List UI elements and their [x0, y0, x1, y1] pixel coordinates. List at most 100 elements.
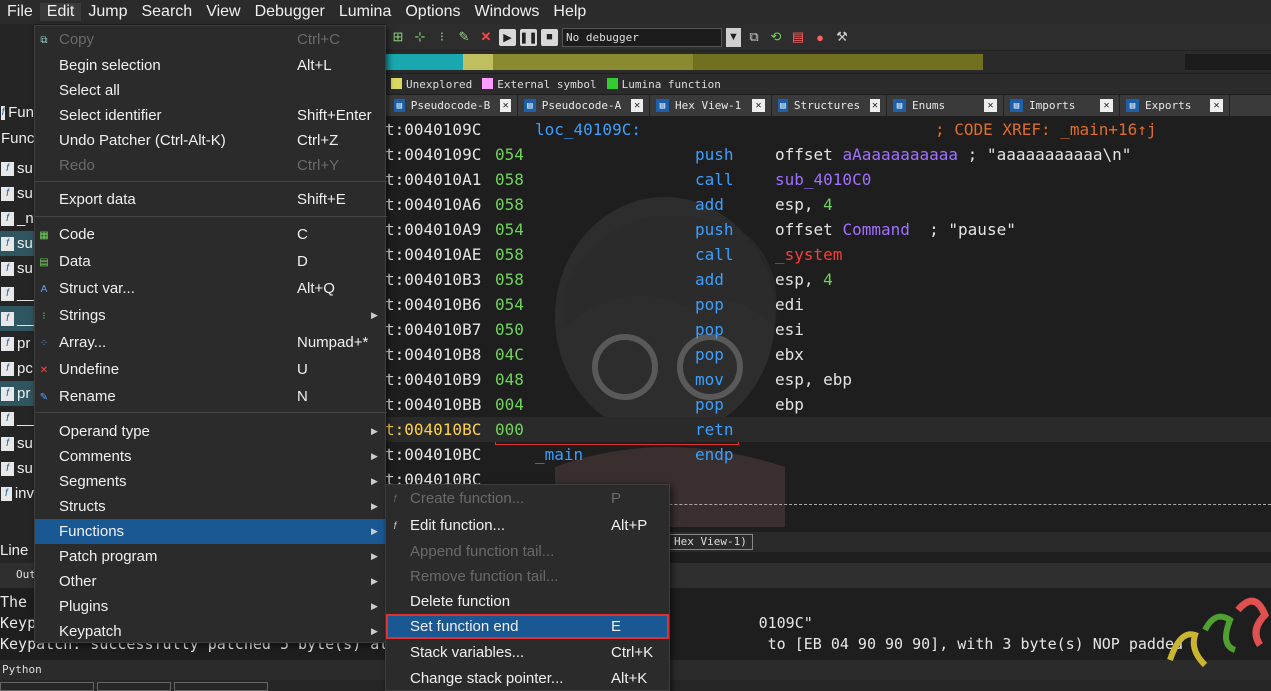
disasm-line[interactable]: t:004010B7 050 pop esi — [385, 317, 1271, 342]
menu-lumina[interactable]: Lumina — [332, 3, 398, 21]
menu-view[interactable]: View — [199, 3, 247, 21]
tab-imports[interactable]: ▤ Imports ✕ — [1004, 95, 1120, 116]
submenu-item-stack-variables[interactable]: Stack variables... Ctrl+K — [386, 640, 669, 665]
menu-item-code[interactable]: ▦ Code C — [35, 222, 385, 247]
hex-view-sync-tab[interactable]: Hex View-1) — [668, 534, 753, 550]
menu-file[interactable]: File — [0, 3, 40, 21]
tab-structures[interactable]: ▤ Structures ✕ — [772, 95, 887, 116]
function-list-item[interactable]: f su — [0, 156, 34, 181]
tab-pseudocode-a[interactable]: ▤ Pseudocode-A ✕ — [518, 95, 650, 116]
menu-item-strings[interactable]: ⁝ Strings ▶ — [35, 303, 385, 328]
operand-symbol[interactable]: Command — [842, 220, 909, 239]
disasm-line[interactable]: t:004010BC 000 retn — [385, 417, 1271, 442]
function-list-item[interactable]: f su — [0, 256, 34, 281]
disasm-line[interactable]: t:004010B6 054 pop edi — [385, 292, 1271, 317]
tools-icon[interactable]: ⚒ — [833, 28, 851, 46]
menu-item-struct-var[interactable]: A Struct var... Alt+Q — [35, 276, 385, 301]
close-icon[interactable]: ✕ — [870, 99, 880, 112]
disasm-line[interactable]: t:004010AE 058 call _system — [385, 242, 1271, 267]
function-list-item[interactable]: f _n — [0, 206, 34, 231]
function-list-item[interactable]: f pr — [0, 331, 34, 356]
function-list-item[interactable]: f __ — [0, 306, 34, 331]
function-list-item[interactable]: f su — [0, 431, 34, 456]
menu-edit[interactable]: Edit — [39, 3, 82, 21]
function-list-item[interactable]: f inv — [0, 481, 34, 506]
menu-item-rename[interactable]: ✎ Rename N — [35, 384, 385, 409]
tab-exports[interactable]: ▤ Exports ✕ — [1120, 95, 1230, 116]
disasm-line[interactable]: t:004010B3 058 add esp, 4 — [385, 267, 1271, 292]
pause-icon[interactable]: ❚❚ — [519, 28, 538, 46]
disasm-line[interactable]: t:0040109C loc_40109C: ; CODE XREF: _main+… — [385, 117, 1271, 142]
function-list-item[interactable]: f __ — [0, 281, 34, 306]
function-list-item[interactable]: f Fun — [0, 100, 34, 125]
refresh-icon[interactable]: ⟲ — [767, 28, 785, 46]
close-icon[interactable]: ✕ — [1210, 99, 1223, 112]
menu-item-other[interactable]: Other ▶ — [35, 569, 385, 594]
function-list-item[interactable]: f __ — [0, 406, 34, 431]
disasm-line[interactable]: t:004010BB 004 pop ebp — [385, 392, 1271, 417]
menu-help[interactable]: Help — [546, 3, 593, 21]
chevron-down-icon[interactable]: ▼ — [726, 27, 741, 47]
menu-item-plugins[interactable]: Plugins ▶ — [35, 594, 385, 619]
menu-jump[interactable]: Jump — [81, 3, 134, 21]
disasm-line[interactable]: t:004010B8 04C pop ebx — [385, 342, 1271, 367]
make-struct-icon[interactable]: ✎ — [455, 28, 473, 46]
close-icon[interactable]: ✕ — [752, 99, 765, 112]
start-debugger-icon[interactable]: ▶ — [499, 28, 516, 46]
menu-item-keypatch[interactable]: Keypatch ▶ — [35, 619, 385, 644]
menu-item-data[interactable]: ▤ Data D — [35, 249, 385, 274]
disasm-line[interactable]: t:004010BC _main endp — [385, 442, 1271, 467]
make-data-icon[interactable]: ⊹ — [411, 28, 429, 46]
function-list-item[interactable]: f pr — [0, 381, 34, 406]
disassembly-view[interactable]: t:0040109C loc_40109C: ; CODE XREF: _main+… — [385, 117, 1271, 532]
menu-item-functions[interactable]: Functions ▶ — [35, 519, 385, 544]
attach-icon[interactable]: ⧉ — [745, 28, 763, 46]
close-icon[interactable]: ✕ — [984, 99, 997, 112]
function-list-item[interactable]: Functi — [0, 126, 34, 151]
disasm-line[interactable]: t:004010A6 058 add esp, 4 — [385, 192, 1271, 217]
breakpoint-list-icon[interactable]: ▤ — [789, 28, 807, 46]
function-list-item[interactable]: f su — [0, 456, 34, 481]
output-tab[interactable]: Out — [16, 568, 36, 581]
stop-icon[interactable]: ■ — [541, 28, 558, 46]
make-string-icon[interactable]: ⁝ — [433, 28, 451, 46]
tab-pseudocode-b[interactable]: ▤ Pseudocode-B ✕ — [388, 95, 518, 116]
submenu-item-edit-function[interactable]: f Edit function... Alt+P — [386, 513, 669, 538]
menu-options[interactable]: Options — [398, 3, 467, 21]
menu-item-select-identifier[interactable]: Select identifier Shift+Enter — [35, 103, 385, 128]
close-icon[interactable]: ✕ — [631, 99, 643, 112]
operand-symbol[interactable]: aAaaaaaaaaaa — [842, 145, 958, 164]
function-list-item[interactable]: f su — [0, 181, 34, 206]
undefine-icon[interactable]: ✕ — [477, 28, 495, 46]
disasm-line[interactable]: t:0040109C 054 push offset aAaaaaaaaaaa ; "… — [385, 142, 1271, 167]
disasm-line[interactable]: t:004010A1 058 call sub_4010C0 — [385, 167, 1271, 192]
make-code-icon[interactable]: ⊞ — [389, 28, 407, 46]
menu-item-comments[interactable]: Comments ▶ — [35, 444, 385, 469]
menu-item-select-all[interactable]: Select all — [35, 78, 385, 103]
menu-item-structs[interactable]: Structs ▶ — [35, 494, 385, 519]
menu-item-undefine[interactable]: ✕ Undefine U — [35, 357, 385, 382]
disasm-line[interactable]: t:004010A9 054 push offset Command ; "pause… — [385, 217, 1271, 242]
operand-symbol[interactable]: _system — [775, 245, 842, 264]
menu-item-patch-program[interactable]: Patch program ▶ — [35, 544, 385, 569]
menu-item-export-data[interactable]: Export data Shift+E — [35, 187, 385, 212]
menu-windows[interactable]: Windows — [467, 3, 546, 21]
menu-item-segments[interactable]: Segments ▶ — [35, 469, 385, 494]
debugger-select[interactable]: No debugger — [562, 27, 722, 47]
close-icon[interactable]: ✕ — [500, 99, 511, 112]
menu-search[interactable]: Search — [134, 3, 199, 21]
menu-item-array[interactable]: ⁘ Array... Numpad+* — [35, 330, 385, 355]
menu-item-operand-type[interactable]: Operand type ▶ — [35, 419, 385, 444]
tab-hex-view-1[interactable]: ▤ Hex View-1 ✕ — [650, 95, 772, 116]
breakpoint-add-icon[interactable]: ● — [811, 28, 829, 46]
navigation-band[interactable] — [385, 51, 1271, 73]
submenu-item-change-stack-pointer[interactable]: Change stack pointer... Alt+K — [386, 666, 669, 691]
menu-item-undo-patcher[interactable]: Undo Patcher (Ctrl-Alt-K) Ctrl+Z — [35, 128, 385, 153]
disasm-line[interactable]: t:004010B9 048 mov esp, ebp — [385, 367, 1271, 392]
operand-symbol[interactable]: sub_4010C0 — [775, 170, 871, 189]
menu-debugger[interactable]: Debugger — [248, 3, 332, 21]
close-icon[interactable]: ✕ — [1100, 99, 1113, 112]
function-list-item[interactable]: f pc — [0, 356, 34, 381]
submenu-item-set-function-end[interactable]: Set function end E — [386, 614, 669, 639]
menu-item-begin-selection[interactable]: Begin selection Alt+L — [35, 53, 385, 78]
